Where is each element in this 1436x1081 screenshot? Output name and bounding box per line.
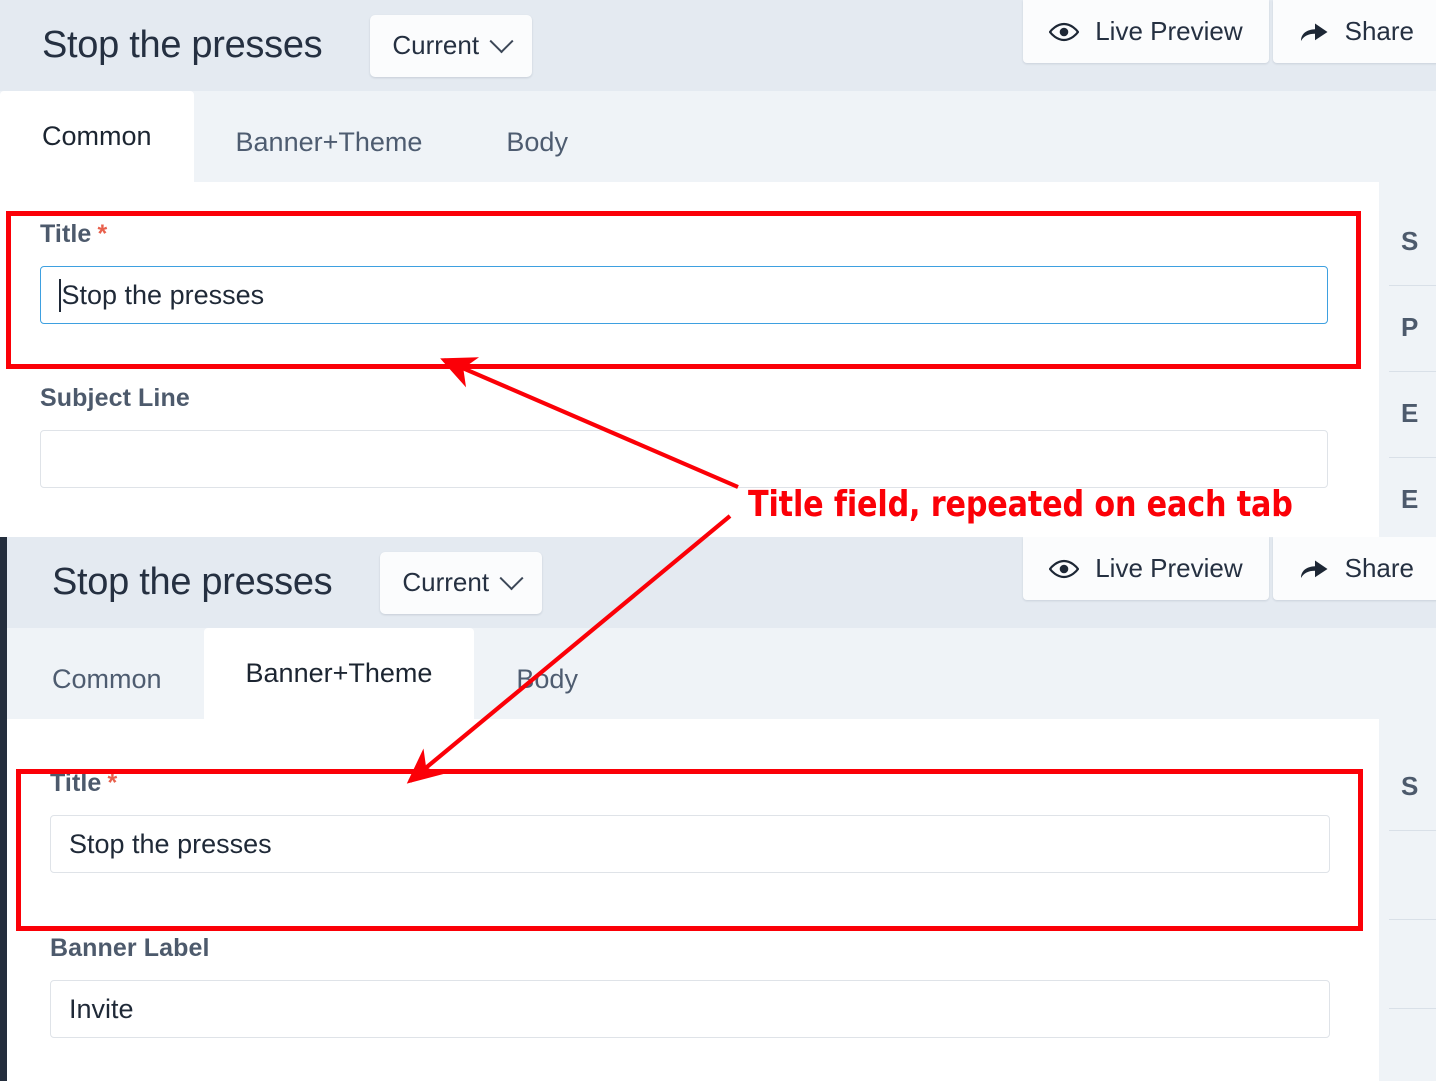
share-arrow-icon xyxy=(1300,560,1328,578)
right-rail-banner: S xyxy=(1379,719,1436,1081)
tab-body[interactable]: Body xyxy=(464,103,610,182)
field-title-banner: Title * Stop the presses xyxy=(10,769,1379,873)
subject-line-input[interactable] xyxy=(40,430,1328,488)
app-chrome-edge xyxy=(0,537,7,1081)
tabbar-banner: Common Banner+Theme Body xyxy=(0,628,1436,719)
rail-item-2[interactable]: E xyxy=(1379,372,1436,429)
rail-item-0[interactable]: S xyxy=(1379,719,1436,802)
header-actions-banner: Live Preview Share xyxy=(1023,537,1436,600)
rail-divider xyxy=(1389,1008,1436,1009)
screenshot-common-tab: Stop the presses Current Live Preview Sh… xyxy=(0,0,1436,537)
field-title-common: Title * Stop the presses xyxy=(0,220,1379,324)
screenshot-banner-theme-tab: Stop the presses Current Live Preview Sh… xyxy=(0,537,1436,1081)
live-preview-label: Live Preview xyxy=(1095,16,1243,46)
form-area-banner: Title * Stop the presses Banner Label Inv… xyxy=(0,719,1436,1081)
tab-banner-theme-label: Banner+Theme xyxy=(235,127,423,157)
field-subject-line-label: Subject Line xyxy=(40,384,190,412)
title-input[interactable]: Stop the presses xyxy=(40,266,1328,324)
tab-body[interactable]: Body xyxy=(474,640,620,719)
banner-label-input-value: Invite xyxy=(69,993,134,1024)
tabbar-common: Common Banner+Theme Body xyxy=(0,91,1436,182)
page-title: Stop the presses xyxy=(52,561,333,603)
field-banner-label: Banner Label Invite xyxy=(10,934,1379,1038)
live-preview-button[interactable]: Live Preview xyxy=(1023,0,1269,63)
chevron-down-icon xyxy=(489,29,514,54)
field-subject-line-common: Subject Line xyxy=(0,384,1379,488)
tab-common[interactable]: Common xyxy=(10,640,204,719)
version-selector[interactable]: Current xyxy=(370,14,533,77)
header-actions-common: Live Preview Share xyxy=(1023,0,1436,63)
title-input[interactable]: Stop the presses xyxy=(50,815,1330,873)
tab-banner-theme-label: Banner+Theme xyxy=(245,658,433,688)
tab-common-label: Common xyxy=(42,121,152,151)
tab-body-label: Body xyxy=(506,127,568,157)
eye-icon xyxy=(1049,559,1080,578)
tab-body-label: Body xyxy=(516,664,578,694)
share-button[interactable]: Share xyxy=(1272,0,1436,63)
rail-item-0[interactable]: S xyxy=(1379,182,1436,257)
required-indicator: * xyxy=(97,220,108,248)
tab-banner-theme[interactable]: Banner+Theme xyxy=(203,628,475,719)
rail-item-1[interactable]: P xyxy=(1379,286,1436,343)
rail-item-3[interactable]: E xyxy=(1379,458,1436,515)
rail-item-2[interactable] xyxy=(1379,920,1436,964)
live-preview-button[interactable]: Live Preview xyxy=(1023,537,1269,600)
title-input-value: Stop the presses xyxy=(61,279,265,310)
page-title: Stop the presses xyxy=(42,24,323,66)
tab-common-label: Common xyxy=(52,664,162,694)
field-banner-label-label: Banner Label xyxy=(50,934,210,962)
live-preview-label: Live Preview xyxy=(1095,553,1243,583)
share-arrow-icon xyxy=(1300,23,1328,41)
share-label: Share xyxy=(1344,553,1414,583)
eye-icon xyxy=(1049,22,1080,41)
banner-label-input[interactable]: Invite xyxy=(50,980,1330,1038)
tab-banner-theme[interactable]: Banner+Theme xyxy=(194,103,465,182)
form-column-banner: Title * Stop the presses Banner Label Inv… xyxy=(0,719,1379,1081)
version-selector-label: Current xyxy=(392,30,480,60)
required-indicator: * xyxy=(107,769,118,797)
form-column-common: Title * Stop the presses Subject Line xyxy=(0,182,1379,537)
field-title-label: Title * xyxy=(40,220,108,248)
tab-common[interactable]: Common xyxy=(0,91,194,182)
app-header-banner: Stop the presses Current Live Preview Sh… xyxy=(0,537,1436,628)
share-button[interactable]: Share xyxy=(1272,537,1436,600)
field-title-label: Title * xyxy=(50,769,118,797)
rail-item-1[interactable] xyxy=(1379,831,1436,875)
chevron-down-icon xyxy=(499,566,524,591)
text-caret xyxy=(59,278,61,312)
version-selector[interactable]: Current xyxy=(380,551,543,614)
app-header-common: Stop the presses Current Live Preview Sh… xyxy=(0,0,1436,91)
right-rail-common: S P E E xyxy=(1379,182,1436,537)
screenshot-stage: Stop the presses Current Live Preview Sh… xyxy=(0,0,1436,1081)
version-selector-label: Current xyxy=(402,567,490,597)
share-label: Share xyxy=(1344,16,1414,46)
form-area-common: Title * Stop the presses Subject Line S … xyxy=(0,182,1436,537)
title-input-value: Stop the presses xyxy=(69,828,272,859)
